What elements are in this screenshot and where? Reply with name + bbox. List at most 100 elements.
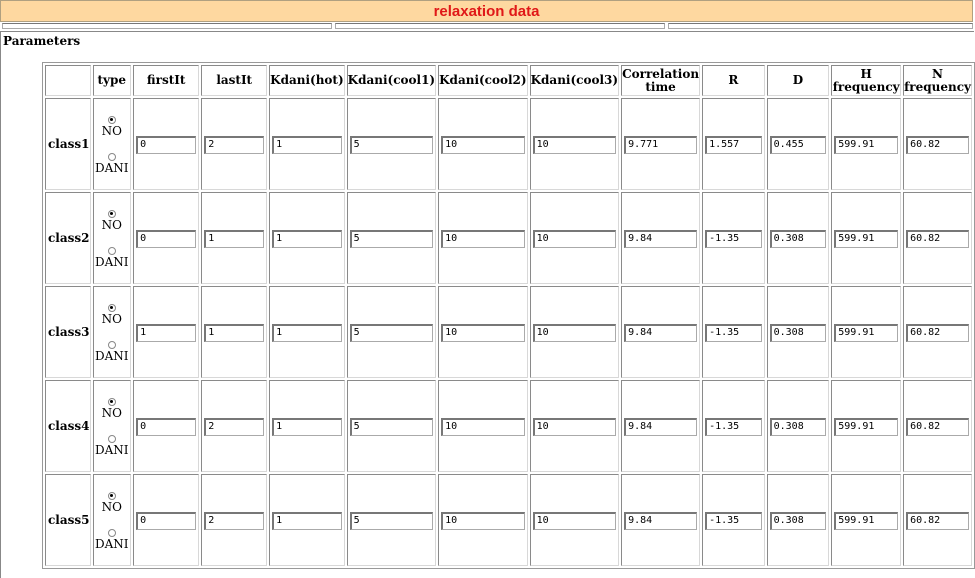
d-input[interactable]: 0.308 xyxy=(769,324,827,342)
row-label: class3 xyxy=(45,286,91,378)
h-frequency-input-cell: 599.91 xyxy=(831,286,902,378)
r-input[interactable]: 1.557 xyxy=(705,136,762,154)
kdani-cool2-input-cell: 10 xyxy=(438,380,528,472)
kdani-hot-input[interactable]: 1 xyxy=(272,418,342,436)
radio-no[interactable] xyxy=(107,491,116,500)
firstIt-input-cell: 0 xyxy=(133,380,200,472)
page-title: relaxation data xyxy=(433,3,540,20)
kdani-cool3-input[interactable]: 10 xyxy=(532,324,617,342)
lastIt-input[interactable]: 2 xyxy=(204,512,265,530)
d-input[interactable]: 0.308 xyxy=(769,230,827,248)
radio-no[interactable] xyxy=(107,397,116,406)
lastIt-input[interactable]: 2 xyxy=(204,136,265,154)
d-input[interactable]: 0.308 xyxy=(769,418,827,436)
header-h-line2: frequency xyxy=(832,79,900,94)
h-frequency-input[interactable]: 599.91 xyxy=(834,324,899,342)
h-frequency-input[interactable]: 599.91 xyxy=(834,418,899,436)
kdani-cool2-input[interactable]: 10 xyxy=(441,418,525,436)
kdani-cool3-input[interactable]: 10 xyxy=(532,512,617,530)
header-h-line1: H xyxy=(860,66,872,81)
radio-dani[interactable] xyxy=(107,434,116,443)
d-input[interactable]: 0.308 xyxy=(769,512,827,530)
kdani-cool3-input[interactable]: 10 xyxy=(532,418,617,436)
radio-no-label: NO xyxy=(101,123,122,138)
radio-dani[interactable] xyxy=(107,528,116,537)
table-row: class3 NO DANI 1 1 1 5 10 10 9.84 -1.35 … xyxy=(45,286,972,378)
kdani-cool1-input[interactable]: 5 xyxy=(349,418,434,436)
row-label: class5 xyxy=(45,474,91,566)
lastIt-input[interactable]: 2 xyxy=(204,418,265,436)
d-input-cell: 0.308 xyxy=(766,474,830,566)
radio-no[interactable] xyxy=(107,303,116,312)
radio-no[interactable] xyxy=(107,115,116,124)
correlation-time-input[interactable]: 9.84 xyxy=(624,324,698,342)
radio-dani[interactable] xyxy=(107,152,116,161)
r-input[interactable]: -1.35 xyxy=(705,230,762,248)
lastIt-input-cell: 2 xyxy=(201,474,268,566)
correlation-time-input[interactable]: 9.84 xyxy=(624,418,698,436)
header-R: R xyxy=(702,65,765,96)
kdani-cool2-input[interactable]: 10 xyxy=(441,136,525,154)
h-frequency-input-cell: 599.91 xyxy=(831,98,902,190)
kdani-cool1-input[interactable]: 5 xyxy=(349,136,434,154)
header-D: D xyxy=(766,65,830,96)
lastIt-input[interactable]: 1 xyxy=(204,230,265,248)
kdani-hot-input-cell: 1 xyxy=(269,192,345,284)
kdani-hot-input-cell: 1 xyxy=(269,98,345,190)
table-row: class2 NO DANI 0 1 1 5 10 10 9.84 -1.35 … xyxy=(45,192,972,284)
correlation-time-input[interactable]: 9.84 xyxy=(624,230,698,248)
kdani-cool2-input[interactable]: 10 xyxy=(441,512,525,530)
n-frequency-input[interactable]: 60.82 xyxy=(906,230,969,248)
firstIt-input[interactable]: 1 xyxy=(136,324,197,342)
r-input-cell: 1.557 xyxy=(702,98,765,190)
kdani-cool3-input[interactable]: 10 xyxy=(532,136,617,154)
frame-divider-left xyxy=(2,23,332,29)
d-input[interactable]: 0.455 xyxy=(769,136,827,154)
n-frequency-input[interactable]: 60.82 xyxy=(906,418,969,436)
n-frequency-input[interactable]: 60.82 xyxy=(906,324,969,342)
firstIt-input[interactable]: 0 xyxy=(136,418,197,436)
kdani-cool2-input[interactable]: 10 xyxy=(441,230,525,248)
n-frequency-input[interactable]: 60.82 xyxy=(906,512,969,530)
header-lastIt: lastIt xyxy=(201,65,268,96)
correlation-time-input-cell: 9.84 xyxy=(621,380,701,472)
header-row: type firstIt lastIt Kdani(hot) Kdani(coo… xyxy=(45,65,972,96)
kdani-hot-input[interactable]: 1 xyxy=(272,324,342,342)
r-input[interactable]: -1.35 xyxy=(705,512,762,530)
r-input[interactable]: -1.35 xyxy=(705,324,762,342)
lastIt-input[interactable]: 1 xyxy=(204,324,265,342)
kdani-cool2-input[interactable]: 10 xyxy=(441,324,525,342)
h-frequency-input[interactable]: 599.91 xyxy=(834,136,899,154)
h-frequency-input[interactable]: 599.91 xyxy=(834,512,899,530)
kdani-cool1-input[interactable]: 5 xyxy=(349,324,434,342)
correlation-time-input[interactable]: 9.84 xyxy=(624,512,698,530)
correlation-time-input[interactable]: 9.771 xyxy=(624,136,698,154)
type-cell: NO DANI xyxy=(92,286,132,378)
firstIt-input[interactable]: 0 xyxy=(136,230,197,248)
firstIt-input[interactable]: 0 xyxy=(136,512,197,530)
firstIt-input[interactable]: 0 xyxy=(136,136,197,154)
kdani-hot-input[interactable]: 1 xyxy=(272,230,342,248)
radio-dani[interactable] xyxy=(107,340,116,349)
correlation-time-input-cell: 9.84 xyxy=(621,192,701,284)
kdani-cool3-input[interactable]: 10 xyxy=(532,230,617,248)
n-frequency-input-cell: 60.82 xyxy=(903,380,972,472)
r-input[interactable]: -1.35 xyxy=(705,418,762,436)
kdani-cool2-input-cell: 10 xyxy=(438,286,528,378)
kdani-cool1-input[interactable]: 5 xyxy=(349,512,434,530)
kdani-hot-input[interactable]: 1 xyxy=(272,512,342,530)
header-kdani-hot: Kdani(hot) xyxy=(269,65,345,96)
radio-dani-label: DANI xyxy=(95,442,129,457)
radio-no-label: NO xyxy=(101,499,122,514)
n-frequency-input[interactable]: 60.82 xyxy=(906,136,969,154)
h-frequency-input[interactable]: 599.91 xyxy=(834,230,899,248)
kdani-hot-input[interactable]: 1 xyxy=(272,136,342,154)
header-kdani-cool1: Kdani(cool1) xyxy=(346,65,437,96)
frame-divider-right xyxy=(668,23,973,29)
r-input-cell: -1.35 xyxy=(702,474,765,566)
kdani-cool1-input[interactable]: 5 xyxy=(349,230,434,248)
radio-no[interactable] xyxy=(107,209,116,218)
radio-dani[interactable] xyxy=(107,246,116,255)
row-label: class1 xyxy=(45,98,91,190)
kdani-cool3-input-cell: 10 xyxy=(529,192,620,284)
